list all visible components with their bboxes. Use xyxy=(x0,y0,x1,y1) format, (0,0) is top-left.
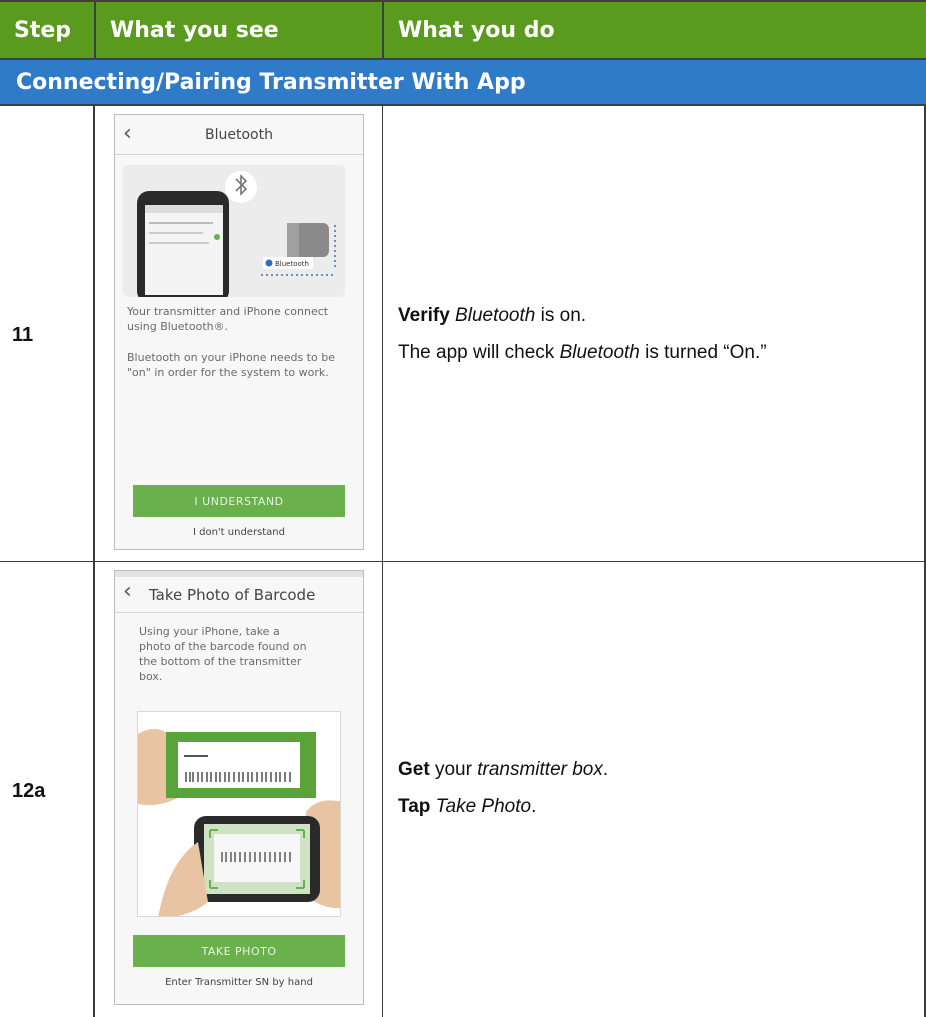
step-instructions: Get your transmitter box. Tap Take Photo… xyxy=(398,760,608,834)
table-header-row: Step What you see What you do xyxy=(0,0,926,60)
bluetooth-illustration-graphic: Bluetooth xyxy=(123,165,345,297)
step-instructions: Verify Bluetooth is on. The app will che… xyxy=(398,306,767,380)
table-row-11: 11 ‹ Bluetooth Bluetooth Your transmitte… xyxy=(0,106,926,562)
instruction-line-1: Verify Bluetooth is on. xyxy=(398,305,587,326)
table-row-12a: 12a ‹ Take Photo of Barcode Using your i… xyxy=(0,562,926,1017)
column-divider-see xyxy=(382,106,383,1017)
barcode-photo-illustration xyxy=(137,711,341,917)
section-title: Connecting/Pairing Transmitter With App xyxy=(0,60,926,106)
phone-screenshot-take-photo: ‹ Take Photo of Barcode Using your iPhon… xyxy=(114,570,364,1005)
header-what-you-see: What you see xyxy=(94,2,382,58)
phone-body-text-1: Using your iPhone, take a photo of the b… xyxy=(139,625,307,683)
header-step: Step xyxy=(14,17,72,43)
phone-nav-bar: ‹ Take Photo of Barcode xyxy=(115,577,363,613)
barcode-photo-graphic xyxy=(138,712,340,916)
column-divider-step xyxy=(93,106,95,1017)
bluetooth-illustration: Bluetooth xyxy=(123,165,345,297)
enter-sn-by-hand-link[interactable]: Enter Transmitter SN by hand xyxy=(115,977,363,988)
instruction-line-2: Tap Take Photo. xyxy=(398,796,537,817)
header-what-you-do: What you do xyxy=(382,2,926,58)
i-dont-understand-link[interactable]: I don't understand xyxy=(115,527,363,538)
instruction-table: Step What you see What you do Connecting… xyxy=(0,0,926,1017)
phone-body-text-2: Bluetooth on your iPhone needs to be "on… xyxy=(127,351,335,379)
step-number: 11 xyxy=(12,324,34,346)
instruction-line-2: The app will check Bluetooth is turned “… xyxy=(398,342,767,363)
back-chevron-icon[interactable]: ‹ xyxy=(123,579,132,604)
phone-screen-title: Bluetooth xyxy=(205,126,273,143)
i-understand-button[interactable]: I UNDERSTAND xyxy=(133,485,345,517)
back-chevron-icon[interactable]: ‹ xyxy=(123,121,132,146)
phone-body-text-1: Your transmitter and iPhone connect usin… xyxy=(127,305,329,333)
step-number: 12a xyxy=(12,780,46,802)
bluetooth-badge-label: Bluetooth xyxy=(275,260,309,268)
phone-nav-bar: ‹ Bluetooth xyxy=(115,115,363,155)
take-photo-button[interactable]: TAKE PHOTO xyxy=(133,935,345,967)
instruction-line-1: Get your transmitter box. xyxy=(398,759,609,780)
phone-screenshot-bluetooth: ‹ Bluetooth Bluetooth Your transmitter a… xyxy=(114,114,364,550)
phone-screen-title: Take Photo of Barcode xyxy=(149,585,316,604)
